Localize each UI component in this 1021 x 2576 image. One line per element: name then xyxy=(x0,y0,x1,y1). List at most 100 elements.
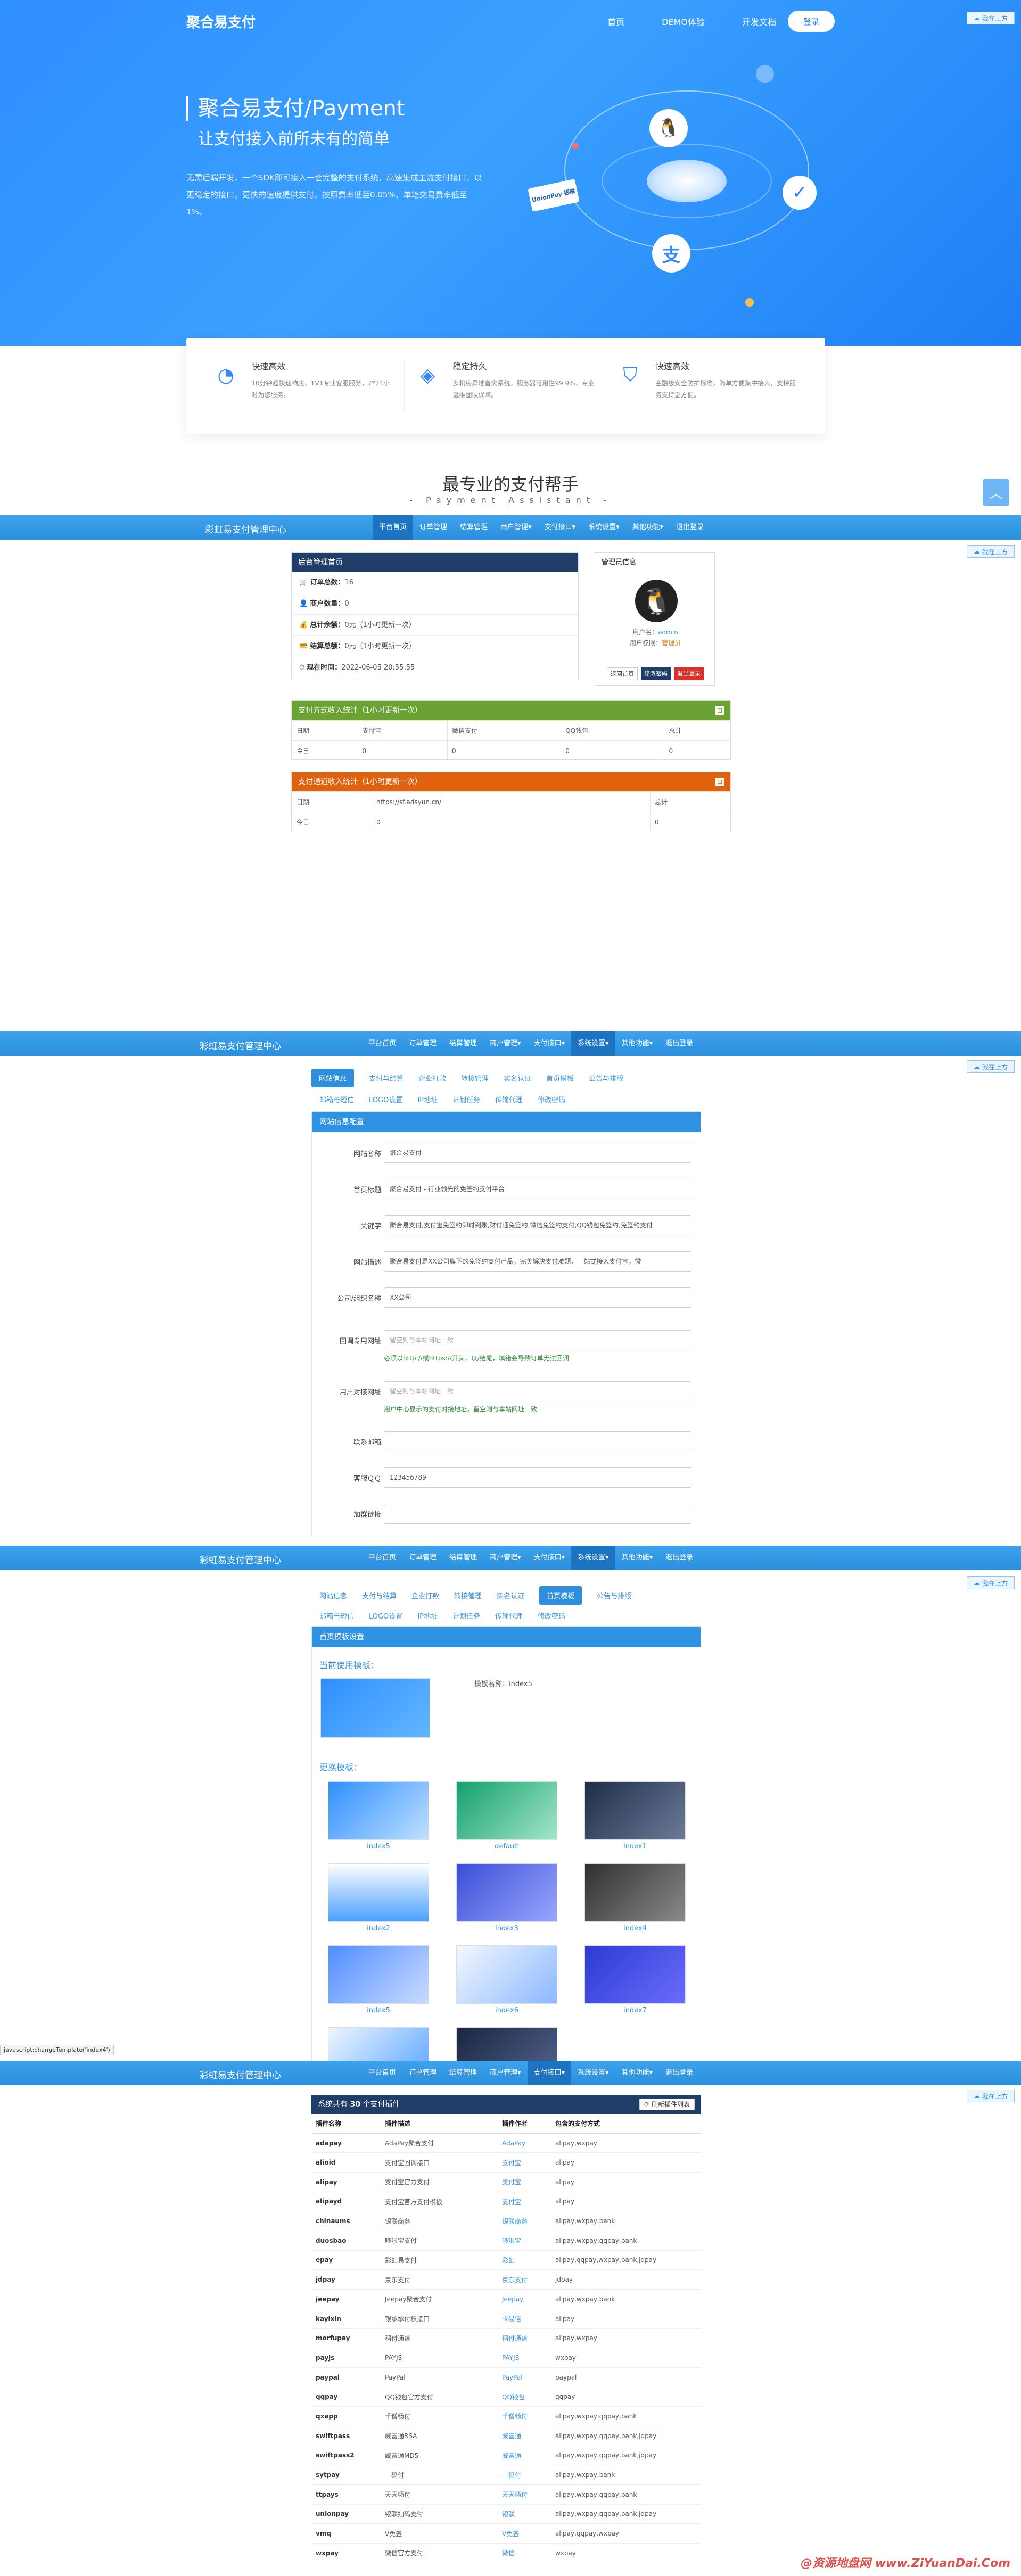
template-name[interactable]: index7 xyxy=(584,2007,686,2014)
menu-logout[interactable]: 退出登录 xyxy=(659,1031,699,1056)
template-name[interactable]: index5 xyxy=(328,1843,429,1851)
keywords-input[interactable]: 聚合易支付,支付宝免签约即时到账,财付通免签约,微信免签约支付,QQ钱包免签约,… xyxy=(384,1215,691,1235)
template-thumb[interactable] xyxy=(456,2027,557,2063)
site-brand[interactable]: 聚合易支付 xyxy=(186,12,256,31)
menu-settlement[interactable]: 结算管理 xyxy=(454,515,494,540)
template-thumb[interactable] xyxy=(328,1781,429,1840)
tab-proxy[interactable]: 传输代理 xyxy=(495,1611,523,1621)
plugin-author[interactable]: 支付宝 xyxy=(498,2172,551,2192)
template-name[interactable]: index2 xyxy=(328,1925,429,1933)
plugin-author[interactable]: 支付宝 xyxy=(498,2192,551,2212)
plugin-author[interactable]: 银联 xyxy=(498,2504,551,2524)
plugin-author[interactable]: AdaPay xyxy=(498,2133,551,2153)
tab-realname[interactable]: 实名认证 xyxy=(497,1590,524,1600)
template-thumb[interactable] xyxy=(456,1781,557,1840)
template-name[interactable]: index4 xyxy=(584,1925,686,1933)
callback-url-input[interactable]: 留空则与本站网址一致 xyxy=(384,1330,691,1350)
menu-system[interactable]: 系统设置▾ xyxy=(582,515,626,540)
group-link-input[interactable] xyxy=(384,1504,691,1524)
tab-password[interactable]: 修改密码 xyxy=(538,1094,565,1104)
description-input[interactable]: 聚合易支付是XX公司旗下的免签约支付产品，完美解决支付难题，一站式接入支付宝，微 xyxy=(384,1251,691,1272)
tab-password[interactable]: 修改密码 xyxy=(538,1611,565,1621)
template-thumb[interactable] xyxy=(584,1781,686,1840)
menu-orders[interactable]: 订单管理 xyxy=(402,2061,443,2085)
plugin-author[interactable]: 威富通 xyxy=(498,2446,551,2466)
collapse-icon[interactable]: ⊡ xyxy=(715,706,724,715)
menu-payment-api[interactable]: 支付接口▾ xyxy=(528,1546,572,1570)
menu-payment-api[interactable]: 支付接口▾ xyxy=(527,2061,572,2085)
template-name[interactable]: default xyxy=(456,1843,557,1851)
tab-transfer[interactable]: 转接管理 xyxy=(461,1073,489,1083)
plugin-author[interactable]: 威富通 xyxy=(498,2426,551,2446)
template-thumb[interactable] xyxy=(584,1945,686,2004)
menu-logout[interactable]: 退出登录 xyxy=(659,2061,699,2085)
menu-other[interactable]: 其他功能▾ xyxy=(615,1031,660,1056)
tab-ip[interactable]: IP地址 xyxy=(417,1611,438,1621)
template-name[interactable]: index3 xyxy=(456,1925,557,1933)
plugin-author[interactable]: 天天畅付 xyxy=(498,2484,551,2505)
login-button[interactable]: 登录 xyxy=(788,11,835,32)
logout-button[interactable]: 退出登录 xyxy=(674,667,704,680)
plugin-author[interactable]: V免签 xyxy=(498,2523,551,2544)
tab-homepage-template[interactable]: 首页模板 xyxy=(539,1586,582,1605)
plugin-author[interactable]: 微信 xyxy=(498,2543,551,2563)
plugin-author[interactable]: PAYJS xyxy=(498,2348,551,2368)
admin-brand[interactable]: 彩虹易支付管理中心 xyxy=(200,1038,281,1052)
plugin-author[interactable]: Jeepay xyxy=(498,2289,551,2309)
corner-tag[interactable]: ☁ 我在上方 xyxy=(967,1576,1015,1589)
menu-merchants[interactable]: 商户管理▾ xyxy=(483,1546,528,1570)
collapse-icon[interactable]: ⊡ xyxy=(715,778,724,786)
plugin-author[interactable]: PayPal xyxy=(498,2367,551,2388)
tab-homepage-template[interactable]: 首页模板 xyxy=(546,1073,574,1083)
nav-demo[interactable]: DEMO体验 xyxy=(662,15,705,28)
email-input[interactable] xyxy=(384,1431,691,1451)
template-name[interactable]: index1 xyxy=(584,1843,686,1851)
change-password-button[interactable]: 修改密码 xyxy=(641,667,671,680)
corner-tag[interactable]: ☁ 我在上方 xyxy=(967,12,1015,24)
menu-merchants[interactable]: 商户管理▾ xyxy=(494,515,538,540)
menu-system[interactable]: 系统设置▾ xyxy=(571,1031,615,1056)
plugin-author[interactable]: QQ钱包 xyxy=(498,2387,551,2407)
menu-payment-api[interactable]: 支付接口▾ xyxy=(538,515,582,540)
menu-settlement[interactable]: 结算管理 xyxy=(443,2061,483,2085)
refresh-plugins-button[interactable]: ⟳ 刷新插件列表 xyxy=(639,2099,695,2110)
plugin-author[interactable]: 千僧畅付 xyxy=(498,2406,551,2426)
home-title-input[interactable]: 聚合易支付 - 行业领先的免签约支付平台 xyxy=(384,1179,691,1199)
menu-settlement[interactable]: 结算管理 xyxy=(443,1546,483,1570)
tab-mail-sms[interactable]: 邮箱与短信 xyxy=(319,1094,354,1104)
plugin-author[interactable]: 支付宝 xyxy=(498,2152,551,2173)
plugin-author[interactable]: 稻付通道 xyxy=(498,2328,551,2349)
plugin-author[interactable]: 卡易信 xyxy=(498,2309,551,2329)
nav-docs[interactable]: 开发文档 xyxy=(742,15,776,28)
menu-other[interactable]: 其他功能▾ xyxy=(615,2061,660,2085)
menu-orders[interactable]: 订单管理 xyxy=(402,1031,443,1056)
tab-logo[interactable]: LOGO设置 xyxy=(369,1611,402,1621)
corner-tag[interactable]: ☁ 我在上方 xyxy=(967,2090,1015,2102)
menu-orders[interactable]: 订单管理 xyxy=(413,515,454,540)
tab-mail-sms[interactable]: 邮箱与短信 xyxy=(319,1611,354,1621)
menu-settlement[interactable]: 结算管理 xyxy=(443,1031,483,1056)
qq-input[interactable]: 123456789 xyxy=(384,1467,691,1488)
back-to-top-icon[interactable]: ︿ xyxy=(983,479,1009,506)
tab-pay-settle[interactable]: 支付与结算 xyxy=(362,1590,397,1600)
tab-proxy[interactable]: 传输代理 xyxy=(495,1094,523,1104)
menu-merchants[interactable]: 商户管理▾ xyxy=(483,2061,528,2085)
menu-home[interactable]: 平台首页 xyxy=(362,1546,402,1570)
tab-ip[interactable]: IP地址 xyxy=(417,1094,438,1104)
corner-tag[interactable]: ☁ 我在上方 xyxy=(967,1060,1015,1073)
menu-home[interactable]: 平台首页 xyxy=(362,1031,402,1056)
menu-payment-api[interactable]: 支付接口▾ xyxy=(528,1031,572,1056)
template-thumb[interactable] xyxy=(328,2027,429,2063)
menu-merchants[interactable]: 商户管理▾ xyxy=(483,1031,528,1056)
admin-brand[interactable]: 彩虹易支付管理中心 xyxy=(200,1553,281,1566)
nav-home[interactable]: 首页 xyxy=(607,15,624,28)
tab-pay-settle[interactable]: 支付与结算 xyxy=(369,1073,404,1083)
admin-brand[interactable]: 彩虹易支付管理中心 xyxy=(200,2068,281,2081)
menu-system[interactable]: 系统设置▾ xyxy=(571,1546,615,1570)
menu-system[interactable]: 系统设置▾ xyxy=(571,2061,615,2085)
menu-home[interactable]: 平台首页 xyxy=(373,515,414,540)
menu-home[interactable]: 平台首页 xyxy=(362,2061,402,2085)
corner-tag[interactable]: ☁ 我在上方 xyxy=(967,545,1015,558)
template-thumb[interactable] xyxy=(456,1863,557,1922)
site-name-input[interactable]: 聚合易支付 xyxy=(384,1143,691,1163)
